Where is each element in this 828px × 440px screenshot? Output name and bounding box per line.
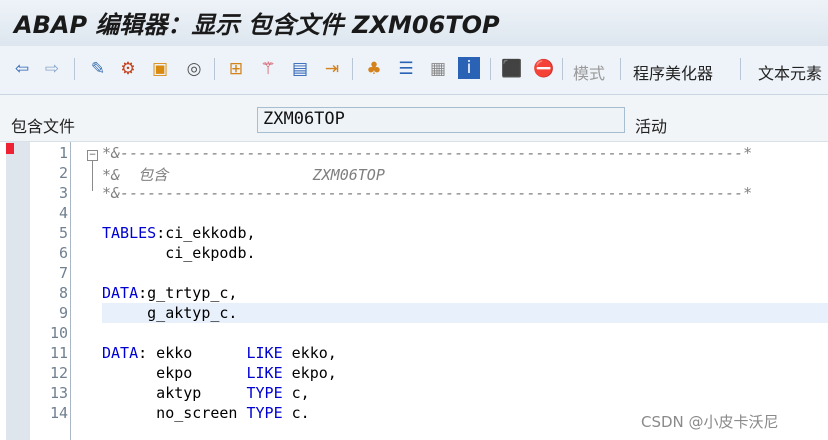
keyword: LIKE — [246, 364, 283, 382]
code-line[interactable]: *& 包含 ZXM06TOP — [102, 164, 385, 185]
line-numbers: 1 2 3 4 5 6 7 8 9 10 11 12 13 14 — [30, 142, 71, 440]
line-number: 10 — [49, 324, 68, 342]
line-number: 11 — [49, 344, 68, 362]
code-text: :ci_ekkodb, — [156, 224, 256, 242]
keyword: DATA — [102, 344, 139, 362]
breakpoint-marker — [6, 143, 14, 154]
hierarchy-icon[interactable]: ⊞ — [224, 57, 248, 81]
line-number: 6 — [58, 244, 68, 262]
object-list-icon[interactable]: ⚙ — [116, 57, 140, 81]
code-line[interactable]: aktyp TYPE c, — [102, 384, 310, 402]
line-number: 14 — [49, 404, 68, 422]
code-text: : ekko — [138, 344, 247, 362]
keyword: DATA — [102, 284, 139, 302]
line-number: 13 — [49, 384, 68, 402]
code-text: no_screen — [102, 404, 247, 422]
forward-icon[interactable]: ⇨ — [40, 57, 64, 81]
code-text: c. — [282, 404, 310, 422]
code-text: aktyp — [102, 384, 247, 402]
create-object-icon[interactable]: ▣ — [148, 57, 172, 81]
tree-icon[interactable]: ♣ — [362, 57, 386, 81]
info-icon[interactable]: i — [458, 57, 480, 79]
line-number: 8 — [58, 284, 68, 302]
application-toolbar: ⇦ ⇨ ✎ ⚙ ▣ ◎ ⊞ ⚚ ▤ ⇥ ♣ ☰ ▦ i ⬛ ⛔ 模式 程序美化器… — [0, 46, 828, 95]
code-text: ekko, — [282, 344, 337, 362]
fold-toggle-icon[interactable]: − — [87, 150, 98, 161]
line-number: 2 — [58, 164, 68, 182]
text-elements-button[interactable]: 文本元素 — [758, 60, 822, 84]
code-editor[interactable]: 1 2 3 4 5 6 7 8 9 10 11 12 13 14 − *&----------------… — [0, 141, 828, 440]
navigation-icon[interactable]: ☰ — [394, 57, 418, 81]
code-line[interactable]: DATA: ekko LIKE ekko, — [102, 344, 337, 362]
debug-icon[interactable]: ⬛ — [500, 57, 524, 81]
toolbar-separator — [352, 58, 353, 80]
pretty-printer-icon[interactable]: ⇥ — [320, 57, 344, 81]
keyword: LIKE — [246, 344, 283, 362]
status-label: 活动 — [635, 117, 668, 136]
line-number: 7 — [58, 264, 68, 282]
keyword: TYPE — [246, 404, 283, 422]
line-number: 12 — [49, 364, 68, 382]
code-text: c, — [282, 384, 310, 402]
line-number: 5 — [58, 224, 68, 242]
toolbar-separator — [490, 58, 491, 80]
line-number: 9 — [58, 304, 68, 322]
toolbar-separator — [214, 58, 215, 80]
comment: *&--------------------------------------… — [102, 144, 753, 162]
include-label: 包含文件 — [11, 117, 76, 136]
check-syntax-icon[interactable]: ✎ — [86, 57, 110, 81]
where-used-icon[interactable]: ◎ — [182, 57, 206, 81]
code-line[interactable]: g_aktyp_c. — [102, 304, 237, 322]
code-line[interactable]: TABLES:ci_ekkodb, — [102, 224, 256, 242]
wand-icon[interactable]: ⚚ — [256, 57, 280, 81]
code-line[interactable]: *&--------------------------------------… — [102, 144, 752, 162]
toolbar-separator — [620, 58, 621, 80]
editor-gutter — [6, 142, 30, 440]
watermark: CSDN @小皮卡沃尼 — [641, 413, 779, 431]
toolbar-separator — [562, 58, 563, 80]
code-line[interactable]: *&--------------------------------------… — [102, 184, 752, 202]
code-line[interactable]: ekpo LIKE ekpo, — [102, 364, 337, 382]
comment: *&--------------------------------------… — [102, 184, 753, 202]
include-name-field[interactable]: ZXM06TOP — [257, 107, 625, 133]
toolbar-separator — [74, 58, 75, 80]
code-text: ekpo, — [282, 364, 337, 382]
display-object-list-icon[interactable]: ▤ — [288, 57, 312, 81]
back-icon[interactable]: ⇦ — [10, 57, 34, 81]
pretty-printer-button[interactable]: 程序美化器 — [633, 60, 713, 84]
title-bar: ABAP 编辑器：显示 包含文件 ZXM06TOP — [0, 0, 828, 46]
window-title: ABAP 编辑器：显示 包含文件 ZXM06TOP — [14, 11, 500, 39]
code-line[interactable]: ci_ekpodb. — [102, 244, 256, 262]
code-text: g_aktyp_c. — [102, 304, 238, 322]
code-text: :g_trtyp_c, — [138, 284, 238, 302]
keyword: TYPE — [246, 384, 283, 402]
line-number: 4 — [58, 204, 68, 222]
toolbar-separator — [740, 58, 741, 80]
text-elements-icon[interactable]: ▦ — [426, 57, 450, 81]
mode-button[interactable]: 模式 — [573, 60, 605, 84]
code-line[interactable]: DATA:g_trtyp_c, — [102, 284, 237, 302]
code-line[interactable]: no_screen TYPE c. — [102, 404, 310, 422]
fold-line — [92, 161, 93, 191]
code-text: ekpo — [102, 364, 247, 382]
line-number: 3 — [58, 184, 68, 202]
keyword: TABLES — [102, 224, 157, 242]
include-row: 包含文件 ZXM06TOP 活动 — [0, 95, 828, 141]
code-text: ci_ekpodb. — [102, 244, 256, 262]
comment: *& 包含 ZXM06TOP — [102, 166, 385, 184]
stop-icon[interactable]: ⛔ — [532, 57, 556, 81]
line-number: 1 — [58, 144, 68, 162]
